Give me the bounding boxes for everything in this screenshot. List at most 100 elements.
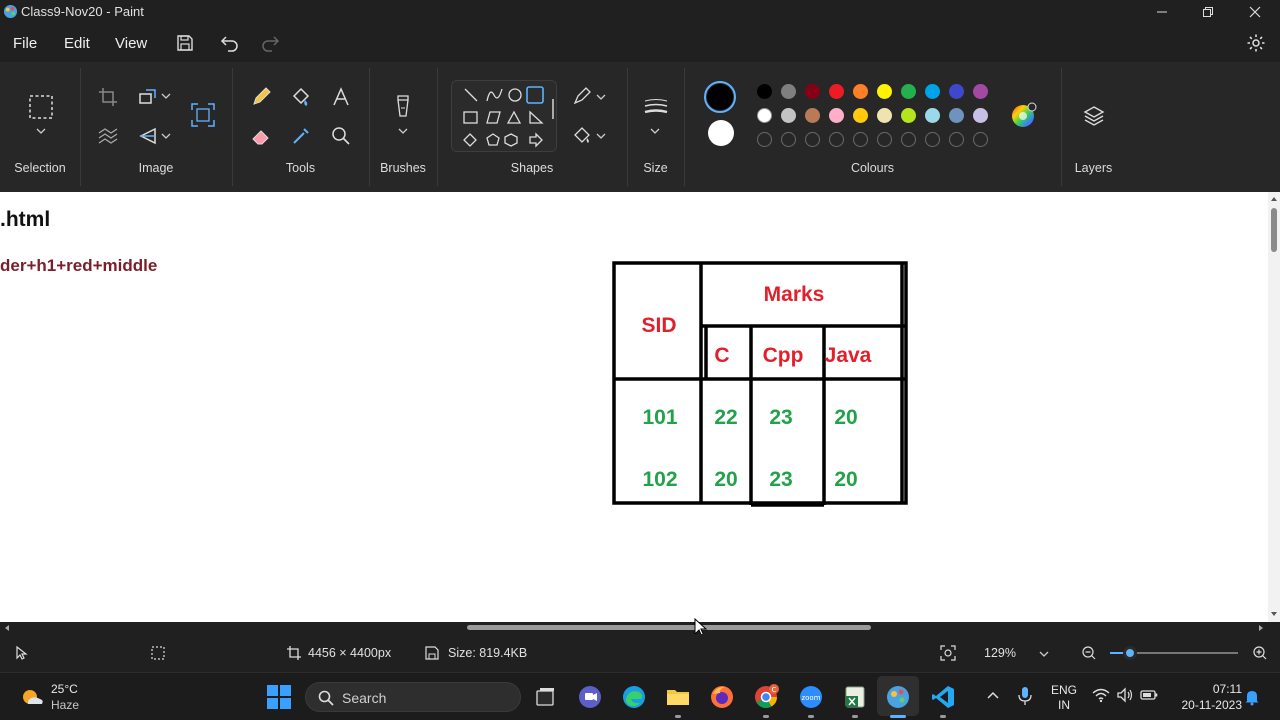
fill-bucket-icon[interactable] — [290, 86, 312, 108]
settings-gear-icon[interactable] — [1246, 33, 1266, 53]
notification-bell-icon[interactable] — [1244, 688, 1260, 706]
eraser-icon[interactable] — [250, 125, 272, 147]
palette-swatch[interactable] — [853, 84, 868, 99]
secondary-color[interactable] — [708, 120, 734, 146]
layers-icon[interactable] — [1082, 104, 1106, 128]
horizontal-scroll-thumb[interactable] — [467, 625, 871, 630]
custom-color-slot[interactable] — [877, 132, 892, 147]
palette-swatch[interactable] — [973, 108, 988, 123]
image-select-icon[interactable] — [190, 102, 216, 128]
line-size-icon[interactable] — [643, 98, 669, 118]
chevron-down-icon[interactable] — [35, 126, 47, 136]
volume-icon[interactable] — [1116, 687, 1134, 703]
windows-start-icon[interactable] — [266, 684, 292, 710]
firefox-icon[interactable] — [709, 684, 735, 710]
chevron-down-icon[interactable] — [595, 92, 607, 102]
horizontal-scrollbar[interactable] — [0, 622, 1280, 634]
fit-to-window-icon[interactable] — [940, 645, 956, 661]
custom-color-slot[interactable] — [973, 132, 988, 147]
brush-icon[interactable] — [392, 94, 414, 122]
chevron-down-icon[interactable] — [649, 126, 661, 136]
resize-icon[interactable] — [137, 86, 159, 108]
palette-swatch[interactable] — [877, 108, 892, 123]
chevron-down-icon[interactable] — [160, 91, 172, 101]
palette-swatch[interactable] — [829, 84, 844, 99]
vertical-scrollbar[interactable] — [1268, 192, 1280, 622]
palette-swatch[interactable] — [925, 84, 940, 99]
shapes-gallery[interactable] — [451, 80, 557, 152]
menu-edit[interactable]: Edit — [64, 35, 90, 52]
custom-color-slot[interactable] — [925, 132, 940, 147]
palette-swatch[interactable] — [877, 84, 892, 99]
chevron-down-icon[interactable] — [160, 131, 172, 141]
primary-color-ring[interactable] — [704, 81, 736, 113]
chevron-up-icon[interactable] — [986, 688, 1000, 702]
custom-color-slot[interactable] — [853, 132, 868, 147]
chrome-icon[interactable]: C — [753, 684, 779, 710]
chevron-down-icon[interactable] — [397, 126, 409, 136]
zoom-app-icon[interactable]: zoom — [798, 684, 824, 710]
palette-swatch[interactable] — [949, 108, 964, 123]
crop-icon[interactable] — [97, 86, 119, 108]
palette-swatch[interactable] — [757, 84, 772, 99]
clock-date[interactable]: 20-11-2023 — [1170, 698, 1243, 712]
edit-colors-icon[interactable] — [1010, 102, 1038, 130]
scroll-right-arrow-icon[interactable] — [1257, 624, 1265, 632]
weather-sun-icon[interactable] — [18, 683, 46, 711]
drawing-canvas[interactable]: .html der+h1+red+middle SID Marks C Cpp … — [0, 192, 1280, 622]
text-icon[interactable] — [330, 86, 352, 108]
palette-swatch[interactable] — [805, 84, 820, 99]
excel-sheet-icon[interactable] — [842, 684, 868, 710]
menu-file[interactable]: File — [13, 35, 37, 52]
wifi-icon[interactable] — [1092, 687, 1110, 703]
redo-icon[interactable] — [260, 33, 280, 53]
zoom-out-icon[interactable] — [1081, 645, 1097, 661]
zoom-in-icon[interactable] — [1252, 645, 1268, 661]
restore-button[interactable] — [1185, 0, 1231, 24]
selection-rectangle-icon[interactable] — [28, 94, 54, 120]
minimize-button[interactable] — [1139, 0, 1185, 24]
microphone-icon[interactable] — [1017, 686, 1033, 706]
palette-swatch[interactable] — [901, 108, 916, 123]
pencil-icon[interactable] — [250, 86, 272, 108]
vscode-icon[interactable] — [930, 684, 956, 710]
battery-icon[interactable] — [1140, 688, 1158, 702]
edge-browser-icon[interactable] — [621, 684, 647, 710]
close-button[interactable] — [1232, 0, 1278, 24]
palette-swatch[interactable] — [925, 108, 940, 123]
task-view-icon[interactable] — [532, 684, 558, 710]
language-indicator-line1[interactable]: ENG — [1050, 683, 1078, 697]
custom-color-slot[interactable] — [781, 132, 796, 147]
palette-swatch[interactable] — [805, 108, 820, 123]
shape-outline-icon[interactable] — [572, 86, 594, 108]
zoom-slider-track[interactable] — [1110, 646, 1238, 660]
save-icon[interactable] — [175, 33, 195, 53]
custom-color-slot[interactable] — [949, 132, 964, 147]
palette-swatch[interactable] — [781, 108, 796, 123]
custom-color-slot[interactable] — [805, 132, 820, 147]
custom-color-slot[interactable] — [829, 132, 844, 147]
custom-color-slot[interactable] — [901, 132, 916, 147]
shape-fill-icon[interactable] — [572, 125, 594, 147]
paint-taskbar-button[interactable] — [877, 676, 919, 716]
file-explorer-icon[interactable] — [665, 684, 691, 710]
menu-view[interactable]: View — [115, 35, 147, 52]
zoom-slider-thumb[interactable] — [1123, 646, 1137, 660]
scroll-down-arrow-icon[interactable] — [1270, 610, 1278, 618]
language-indicator-line2[interactable]: IN — [1050, 698, 1078, 712]
clock-time[interactable]: 07:11 — [1170, 682, 1242, 696]
teams-chat-icon[interactable] — [577, 684, 603, 710]
custom-color-slot[interactable] — [757, 132, 772, 147]
palette-swatch[interactable] — [901, 84, 916, 99]
magnifier-icon[interactable] — [330, 125, 352, 147]
palette-swatch[interactable] — [781, 84, 796, 99]
palette-swatch[interactable] — [973, 84, 988, 99]
vertical-scroll-thumb[interactable] — [1271, 208, 1277, 252]
undo-icon[interactable] — [220, 33, 240, 53]
color-picker-icon[interactable] — [290, 125, 312, 147]
scroll-left-arrow-icon[interactable] — [3, 624, 11, 632]
zoom-level-dropdown[interactable]: 129% — [978, 640, 1058, 666]
palette-swatch[interactable] — [853, 108, 868, 123]
scroll-up-arrow-icon[interactable] — [1270, 195, 1278, 203]
chevron-down-icon[interactable] — [595, 131, 607, 141]
